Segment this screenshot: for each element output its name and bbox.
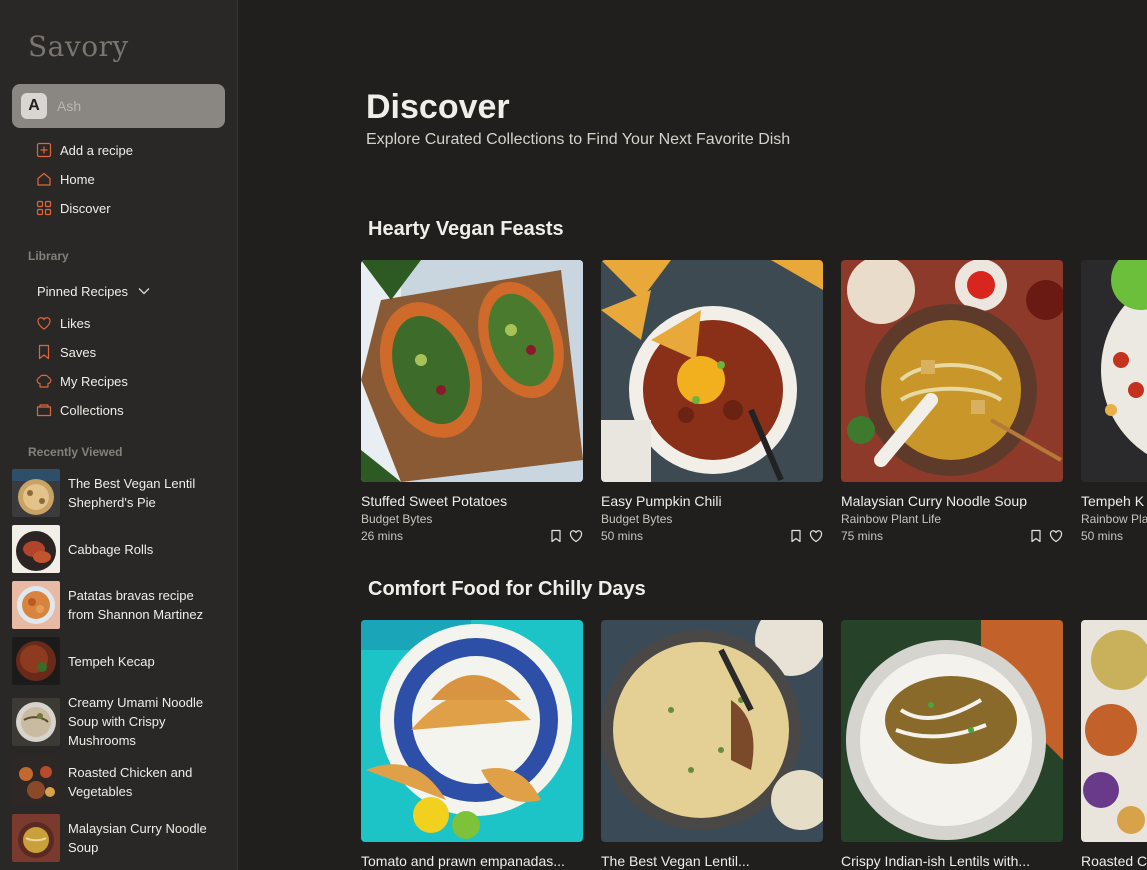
- nav-home-label: Home: [60, 171, 95, 187]
- nav-discover[interactable]: Discover: [36, 196, 111, 220]
- bookmark-icon: [36, 344, 52, 360]
- bookmark-icon[interactable]: [789, 529, 803, 543]
- recipe-source: Budget Bytes: [601, 512, 673, 526]
- recipe-title: Roasted C: [1081, 853, 1147, 869]
- library-my-recipes[interactable]: My Recipes: [36, 369, 128, 393]
- recipe-image: [361, 260, 583, 482]
- list-item[interactable]: Cabbage Rolls: [12, 525, 232, 573]
- recipe-source: Rainbow Pla: [1081, 512, 1147, 526]
- recipe-card[interactable]: The Best Vegan Lentil...: [601, 620, 823, 869]
- recipe-card[interactable]: Easy Pumpkin Chili Budget Bytes 50 mins: [601, 260, 823, 543]
- list-item[interactable]: Creamy Umami Noodle Soup with Crispy Mus…: [12, 693, 232, 750]
- avatar: A: [21, 93, 47, 119]
- chef-hat-icon: [36, 373, 52, 389]
- grid-icon: [36, 200, 52, 216]
- recipe-thumbnail: [12, 637, 60, 685]
- main-content: Discover Explore Curated Collections to …: [238, 0, 1147, 870]
- nav-add-recipe-label: Add a recipe: [60, 142, 133, 158]
- recipe-card[interactable]: Tempeh K Rainbow Pla 50 mins: [1081, 260, 1147, 543]
- recipe-card[interactable]: Stuffed Sweet Potatoes Budget Bytes 26 m…: [361, 260, 583, 543]
- recipe-thumbnail: [12, 758, 60, 806]
- library-likes[interactable]: Likes: [36, 311, 90, 335]
- recipe-title: Cabbage Rolls: [68, 541, 154, 557]
- chevron-down-icon: [138, 288, 150, 295]
- recipe-card[interactable]: Tomato and prawn empanadas...: [361, 620, 583, 869]
- recipe-title: Crispy Indian-ish Lentils with...: [841, 853, 1031, 869]
- recipe-image: [601, 620, 823, 842]
- library-saves[interactable]: Saves: [36, 340, 96, 364]
- list-item[interactable]: The Best Vegan Lentil Shepherd's Pie: [12, 469, 232, 517]
- recipe-image: [841, 260, 1063, 482]
- heart-icon[interactable]: [569, 529, 583, 543]
- pinned-recipes-label: Pinned Recipes: [37, 283, 129, 299]
- recipe-image: [361, 620, 583, 842]
- recipe-title: The Best Vegan Lentil...: [601, 853, 750, 869]
- recipe-image: [601, 260, 823, 482]
- recipe-source: Budget Bytes: [361, 512, 433, 526]
- nav-home[interactable]: Home: [36, 167, 95, 191]
- recipe-thumbnail: [12, 525, 60, 573]
- recipe-title: Patatas bravas recipe from Shannon Marti…: [68, 588, 204, 622]
- heart-icon: [36, 315, 52, 331]
- list-item[interactable]: Tempeh Kecap: [12, 637, 232, 685]
- bookmark-icon[interactable]: [549, 529, 563, 543]
- recipe-title: Malaysian Curry Noodle Soup: [841, 493, 1027, 509]
- nav-discover-label: Discover: [60, 200, 111, 216]
- recipe-thumbnail: [12, 697, 60, 746]
- home-icon: [36, 171, 52, 187]
- heart-icon[interactable]: [809, 529, 823, 543]
- recipe-title: Malaysian Curry Noodle Soup: [68, 821, 207, 855]
- recipe-title: Tomato and prawn empanadas...: [361, 853, 565, 869]
- user-account-button[interactable]: A Ash: [12, 84, 225, 128]
- recipe-title: The Best Vegan Lentil Shepherd's Pie: [68, 476, 196, 510]
- page-subtitle: Explore Curated Collections to Find Your…: [366, 131, 791, 148]
- recipe-time: 50 mins: [1081, 529, 1124, 543]
- app-logo[interactable]: Savory: [28, 30, 129, 63]
- library-my-recipes-label: My Recipes: [60, 373, 128, 389]
- recipe-card[interactable]: Roasted C: [1081, 620, 1147, 869]
- recipe-thumbnail: [12, 814, 60, 862]
- library-heading: Library: [28, 249, 69, 263]
- user-name: Ash: [57, 98, 82, 114]
- list-item[interactable]: Patatas bravas recipe from Shannon Marti…: [12, 581, 232, 629]
- nav-add-recipe[interactable]: Add a recipe: [36, 138, 133, 162]
- recipe-image: [841, 620, 1063, 842]
- list-item[interactable]: Malaysian Curry Noodle Soup: [12, 814, 232, 862]
- recently-viewed-heading: Recently Viewed: [28, 445, 123, 459]
- collection-title: Comfort Food for Chilly Days: [368, 578, 646, 600]
- recipe-card[interactable]: Malaysian Curry Noodle Soup Rainbow Plan…: [841, 260, 1063, 543]
- card-actions: [549, 529, 583, 543]
- recipe-title: Easy Pumpkin Chili: [601, 493, 722, 509]
- recipe-title: Roasted Chicken and Vegetables: [68, 765, 193, 799]
- recipe-image: [1081, 620, 1147, 842]
- card-actions: [789, 529, 823, 543]
- library-likes-label: Likes: [60, 315, 91, 331]
- recipe-card[interactable]: Crispy Indian-ish Lentils with...: [841, 620, 1063, 869]
- pinned-recipes-toggle[interactable]: Pinned Recipes: [37, 281, 150, 301]
- recipe-title: Stuffed Sweet Potatoes: [361, 493, 508, 509]
- library-saves-label: Saves: [60, 344, 97, 360]
- recipe-title: Tempeh K: [1081, 493, 1145, 509]
- collection-title: Hearty Vegan Feasts: [368, 218, 564, 240]
- library-collections[interactable]: Collections: [36, 398, 124, 422]
- recipe-thumbnail: [12, 469, 60, 517]
- card-actions: [1029, 529, 1063, 543]
- list-item[interactable]: Roasted Chicken and Vegetables: [12, 758, 232, 806]
- library-collections-label: Collections: [60, 402, 124, 418]
- recipe-title: Creamy Umami Noodle Soup with Crispy Mus…: [68, 695, 204, 748]
- bookmark-icon[interactable]: [1029, 529, 1043, 543]
- sidebar: Savory A Ash Add a recipe Home Discover …: [0, 0, 238, 870]
- page-title: Discover: [366, 88, 510, 126]
- recipe-title: Tempeh Kecap: [68, 653, 155, 669]
- heart-icon[interactable]: [1049, 529, 1063, 543]
- plus-square-icon: [36, 142, 52, 158]
- folder-icon: [36, 402, 52, 418]
- recipe-image: [1081, 260, 1147, 482]
- recipe-source: Rainbow Plant Life: [841, 512, 942, 526]
- recipe-thumbnail: [12, 581, 60, 629]
